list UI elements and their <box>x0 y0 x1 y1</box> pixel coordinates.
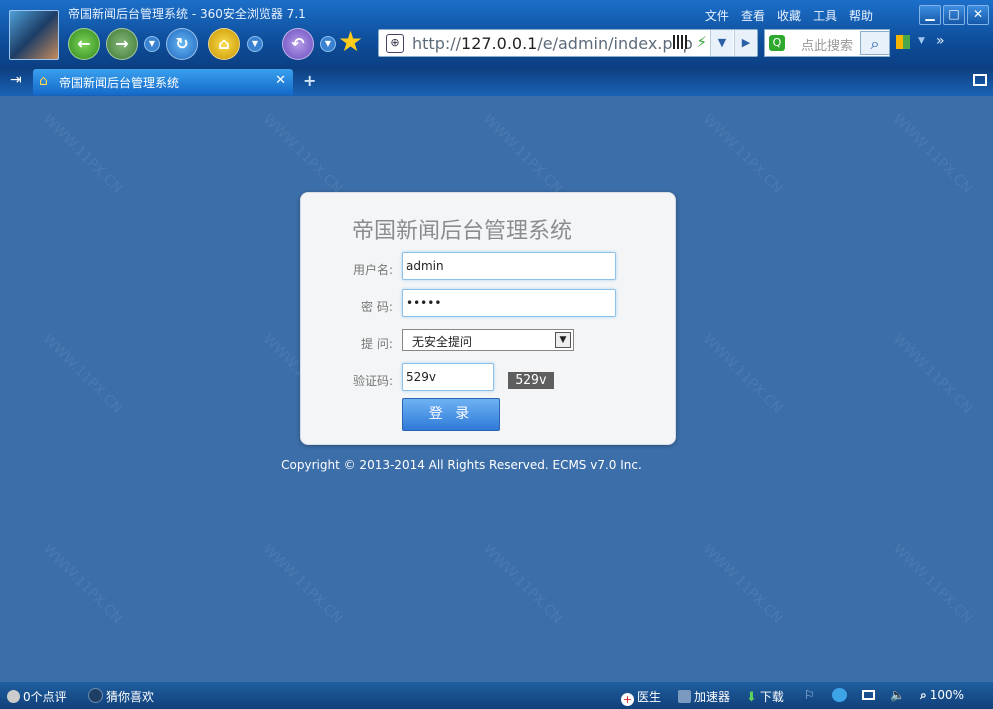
lightning-icon[interactable]: ⚡ <box>696 33 707 51</box>
doctor-icon: + <box>621 693 634 706</box>
zoom-icon: ⌕ <box>920 688 927 702</box>
zoom-item[interactable]: ⌕ 100% <box>920 688 964 703</box>
window-title: 帝国新闻后台管理系统 - 360安全浏览器 7.1 <box>68 7 306 21</box>
undo-icon: ↶ <box>291 34 305 53</box>
comment-icon <box>7 690 20 703</box>
menu-help[interactable]: 帮助 <box>849 7 873 24</box>
guess-item[interactable]: 猜你喜欢 <box>88 688 154 705</box>
menu-view[interactable]: 查看 <box>741 7 765 24</box>
back-button[interactable]: ← <box>68 28 100 60</box>
comments-item[interactable]: 0个点评 <box>7 688 67 705</box>
window-controls: ▁ □ ✕ <box>919 5 989 25</box>
url-dropdown-button[interactable]: ▼ <box>710 30 733 56</box>
search-icon: ⌕ <box>870 34 880 53</box>
forward-button[interactable]: → <box>106 28 138 60</box>
home-dropdown[interactable]: ▼ <box>247 36 263 52</box>
captcha-image[interactable]: 529v <box>508 372 554 389</box>
undo-dropdown[interactable]: ▼ <box>320 36 336 52</box>
accelerator-item[interactable]: 加速器 <box>678 688 730 705</box>
chevron-down-icon: ▼ <box>251 39 259 48</box>
close-tab-icon[interactable]: ✕ <box>275 73 286 88</box>
question-label: 提 问: <box>361 337 393 351</box>
watermark: WWW.11PX.CN <box>699 541 786 627</box>
browser-titlebar: 帝国新闻后台管理系统 - 360安全浏览器 7.1 文件 查看 收藏 工具 帮助… <box>0 0 993 68</box>
ie-icon[interactable] <box>832 688 847 702</box>
refresh-icon: ↻ <box>175 34 189 53</box>
login-title: 帝国新闻后台管理系统 <box>352 219 573 244</box>
username-input[interactable]: admin <box>402 252 616 280</box>
tab-active[interactable]: ⌂ 帝国新闻后台管理系统 ✕ <box>33 69 293 95</box>
volume-icon[interactable]: 🔈 <box>890 688 905 702</box>
watermark: WWW.11PX.CN <box>699 111 786 197</box>
rocket-icon <box>678 690 691 703</box>
password-label: 密 码: <box>361 300 393 314</box>
shield-icon[interactable]: ⊕ <box>386 34 404 53</box>
menu-tools[interactable]: 工具 <box>813 7 837 24</box>
download-item[interactable]: ⬇ 下载 <box>746 688 784 705</box>
tab-title: 帝国新闻后台管理系统 <box>59 76 180 90</box>
user-avatar[interactable] <box>9 10 59 60</box>
security-question-select[interactable]: 无安全提问 ▼ <box>402 329 574 351</box>
watermark: WWW.11PX.CN <box>39 331 126 417</box>
qrcode-icon[interactable] <box>673 35 687 49</box>
maximize-button[interactable]: □ <box>943 5 965 25</box>
question-value: 无安全提问 <box>412 335 473 349</box>
captcha-input[interactable]: 529v <box>402 363 494 391</box>
search-input[interactable]: 点此搜索 <box>801 35 853 54</box>
search-button[interactable]: ⌕ <box>860 31 890 55</box>
login-button[interactable]: 登 录 <box>402 398 500 431</box>
login-panel: 帝国新闻后台管理系统 用户名: admin 密 码: ••••• 提 问: 无安… <box>300 192 676 445</box>
tab-bar: ⇥ ⌂ 帝国新闻后台管理系统 ✕ + <box>0 68 993 96</box>
window-icon[interactable] <box>862 690 875 700</box>
download-icon: ⬇ <box>746 690 757 705</box>
address-bar[interactable]: ⊕ http://127.0.0.1/e/admin/index.php ⚡ ▼… <box>378 29 758 57</box>
watermark: WWW.11PX.CN <box>479 111 566 197</box>
star-icon: ★ <box>338 25 364 58</box>
copyright-text: Copyright © 2013-2014 All Rights Reserve… <box>281 458 642 472</box>
watermark: WWW.11PX.CN <box>39 541 126 627</box>
browser-menu: 文件 查看 收藏 工具 帮助 <box>705 7 873 24</box>
search-engine-icon[interactable]: Q <box>769 35 785 51</box>
username-label: 用户名: <box>353 263 394 277</box>
menu-favorites[interactable]: 收藏 <box>777 7 801 24</box>
apps-grid-icon[interactable] <box>896 35 910 49</box>
undo-close-button[interactable]: ↶ <box>282 28 314 60</box>
sidebar-toggle-icon[interactable]: ⇥ <box>10 72 22 88</box>
watermark: WWW.11PX.CN <box>259 541 346 627</box>
home-icon: ⌂ <box>218 34 230 53</box>
home-button[interactable]: ⌂ <box>208 28 240 60</box>
chevron-down-icon: ▼ <box>148 39 156 48</box>
new-tab-button[interactable]: + <box>303 71 316 90</box>
password-input[interactable]: ••••• <box>402 289 616 317</box>
favorites-star-button[interactable]: ★ <box>338 26 363 58</box>
watermark: WWW.11PX.CN <box>889 111 976 197</box>
watermark: WWW.11PX.CN <box>39 111 126 197</box>
forward-dropdown[interactable]: ▼ <box>144 36 160 52</box>
apps-dropdown-icon[interactable]: ▼ <box>918 36 925 46</box>
watermark: WWW.11PX.CN <box>889 541 976 627</box>
chevron-down-icon: ▼ <box>324 39 332 48</box>
captcha-label: 验证码: <box>353 374 394 388</box>
flag-icon[interactable]: ⚐ <box>804 688 815 702</box>
status-bar: 0个点评 猜你喜欢 + 医生 加速器 ⬇ 下载 ⚐ 🔈 ⌕ 100% <box>0 682 993 709</box>
watermark: WWW.11PX.CN <box>889 331 976 417</box>
watermark: WWW.11PX.CN <box>699 331 786 417</box>
menu-file[interactable]: 文件 <box>705 7 729 24</box>
doctor-item[interactable]: + 医生 <box>621 688 661 706</box>
refresh-button[interactable]: ↻ <box>166 28 198 60</box>
watermark: WWW.11PX.CN <box>479 541 566 627</box>
minimize-button[interactable]: ▁ <box>919 5 941 25</box>
arrow-left-icon: ← <box>77 34 91 53</box>
arrow-right-icon: → <box>115 34 129 53</box>
chevron-down-icon[interactable]: ▼ <box>555 332 571 348</box>
more-tools-icon[interactable]: » <box>936 33 945 49</box>
watermark: WWW.11PX.CN <box>259 111 346 197</box>
url-text[interactable]: http://127.0.0.1/e/admin/index.php <box>412 34 693 53</box>
go-button[interactable]: ▶ <box>734 30 757 56</box>
guess-icon <box>88 688 103 703</box>
close-window-button[interactable]: ✕ <box>967 5 989 25</box>
home-icon: ⌂ <box>39 73 48 89</box>
tab-list-icon[interactable] <box>973 74 987 86</box>
